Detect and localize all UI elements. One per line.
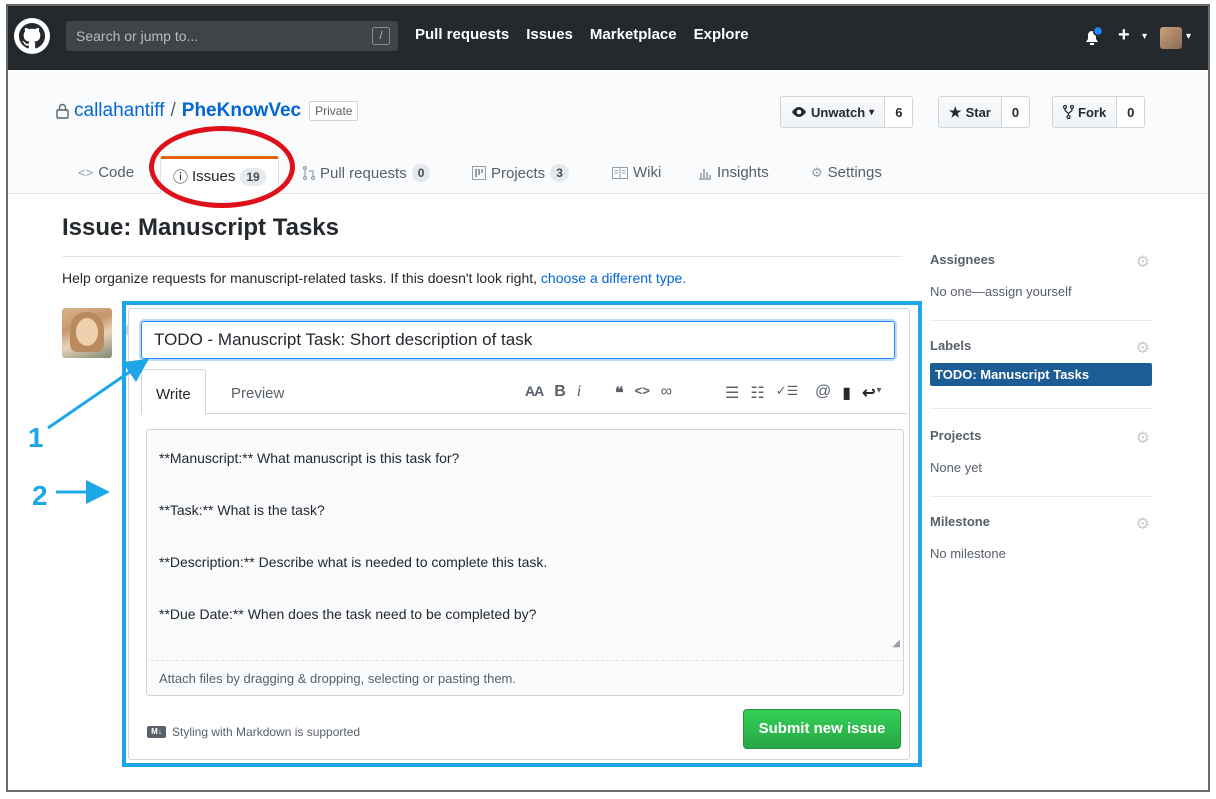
- annotation-arrows: [47, 358, 149, 504]
- screenshot-frame: Search or jump to... / Pull requests Iss…: [6, 4, 1210, 792]
- arrow-1-line: [47, 358, 149, 430]
- annotation-number-2: 2: [32, 480, 48, 511]
- annotation-number-1: 1: [28, 422, 44, 453]
- avatar-face: [76, 318, 98, 346]
